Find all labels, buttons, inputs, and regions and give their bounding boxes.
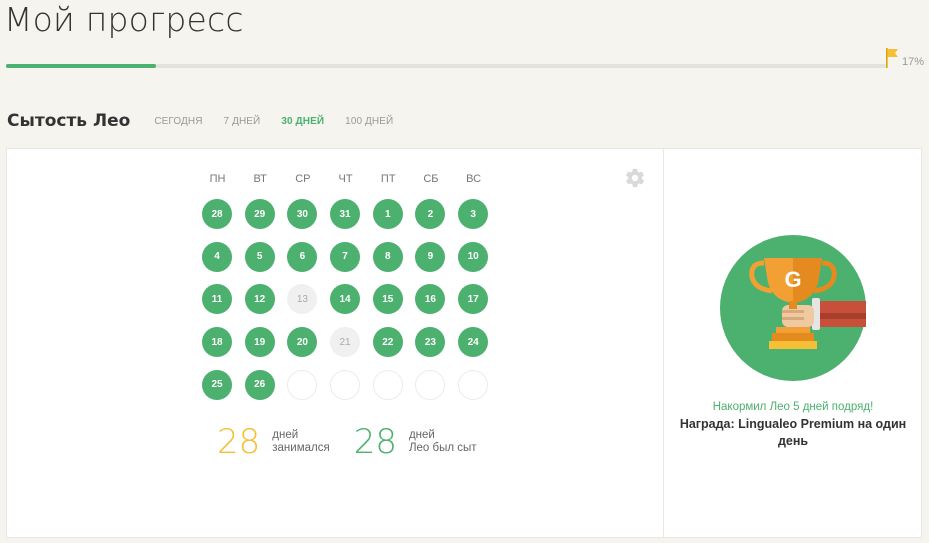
- progress-percent: 17%: [902, 56, 925, 68]
- calendar-day[interactable]: 24: [458, 327, 489, 358]
- stat-label-line: занимался: [272, 442, 330, 454]
- stat-label-line: дней: [408, 429, 435, 441]
- progress-fill: [6, 64, 156, 68]
- days-fed-label: дней Лео был сыт: [409, 429, 477, 455]
- flag-icon: [886, 48, 898, 68]
- trophy-letter: G: [784, 267, 801, 292]
- calendar-day[interactable]: [287, 369, 318, 400]
- tab-7-days[interactable]: 7 ДНЕЙ: [224, 116, 261, 127]
- stat-days-studied: 28 дней занимался: [217, 425, 330, 459]
- calendar-day[interactable]: 25: [202, 369, 232, 400]
- calendar-day[interactable]: 30: [287, 199, 318, 229]
- calendar-day[interactable]: 4: [202, 241, 232, 272]
- stats-row: 28 дней занимался 28 дней Лео был сыт: [217, 425, 501, 459]
- calendar-day[interactable]: 31: [330, 199, 361, 229]
- reward-streak-text: Накормил Лео 5 дней подряд!: [712, 401, 874, 413]
- calendar-day[interactable]: [372, 369, 403, 400]
- stat-days-fed: 28 дней Лео был сыт: [354, 425, 477, 459]
- days-studied-count: 28: [217, 422, 261, 462]
- calendar-day[interactable]: 15: [372, 284, 403, 315]
- days-studied-label: дней занимался: [272, 429, 329, 455]
- calendar-day[interactable]: [458, 369, 489, 400]
- calendar-day[interactable]: 22: [372, 327, 403, 358]
- calendar-day[interactable]: 28: [202, 199, 232, 229]
- progress-panel: ПН ВТ СР ЧТ ПТ СБ ВС 28 29 30 31 1 2 3 4 5 6 7 8 9 10…: [6, 148, 922, 538]
- weekday-label: ЧТ: [338, 173, 353, 185]
- tab-100-days[interactable]: 100 ДНЕЙ: [345, 116, 393, 127]
- weekday-label: ВТ: [253, 173, 267, 185]
- calendar-day[interactable]: 5: [244, 241, 275, 272]
- calendar-day[interactable]: 8: [372, 241, 403, 272]
- tab-30-days[interactable]: 30 ДНЕЙ: [281, 116, 324, 127]
- calendar-day[interactable]: 9: [415, 241, 446, 272]
- calendar-day[interactable]: 11: [202, 284, 232, 315]
- weekday-label: ВС: [466, 173, 482, 185]
- weekday-label: СБ: [423, 173, 439, 185]
- calendar-day[interactable]: 7: [330, 241, 361, 272]
- calendar-day[interactable]: 23: [415, 327, 446, 358]
- stat-label-line: дней: [272, 429, 299, 441]
- calendar-day[interactable]: 20: [287, 327, 318, 358]
- calendar-day[interactable]: [330, 369, 361, 400]
- calendar-day[interactable]: 3: [458, 199, 489, 229]
- reward-prize-text: Награда: Lingualeo Premium на один день: [679, 417, 907, 448]
- calendar-day[interactable]: 6: [287, 241, 318, 272]
- weekday-label: СР: [295, 173, 311, 185]
- section-title: Сытость Лео: [7, 111, 131, 131]
- calendar-day[interactable]: 1: [372, 199, 403, 229]
- calendar-day[interactable]: 17: [458, 284, 489, 315]
- tab-today[interactable]: СЕГОДНЯ: [154, 116, 202, 127]
- trophy-icon: G: [720, 235, 866, 381]
- gear-icon[interactable]: [624, 167, 646, 189]
- calendar-day[interactable]: 12: [244, 284, 275, 315]
- section-header: Сытость Лео СЕГОДНЯ 7 ДНЕЙ 30 ДНЕЙ 100 Д…: [7, 109, 414, 133]
- overall-progress-bar: [6, 64, 886, 68]
- stat-label-line: Лео был сыт: [408, 442, 477, 454]
- weekday-header: ПН ВТ СР ЧТ ПТ СБ ВС: [202, 173, 489, 185]
- days-fed-count: 28: [353, 422, 397, 462]
- calendar-grid: 28 29 30 31 1 2 3 4 5 6 7 8 9 10 11 12 13 14 15 16 17 18 19 20 2…: [202, 199, 489, 400]
- calendar-day[interactable]: 13: [287, 284, 318, 315]
- calendar-day[interactable]: 29: [244, 199, 275, 229]
- calendar-day[interactable]: [415, 369, 446, 400]
- calendar-day[interactable]: 16: [415, 284, 446, 315]
- calendar-day[interactable]: 26: [244, 369, 275, 400]
- panel-divider: [663, 149, 664, 537]
- calendar-day[interactable]: 2: [415, 199, 446, 229]
- calendar-day[interactable]: 10: [458, 241, 489, 272]
- calendar-day[interactable]: 14: [330, 284, 361, 315]
- calendar-day[interactable]: 21: [330, 327, 361, 358]
- page-title: Мой прогресс: [4, 0, 244, 39]
- calendar-day[interactable]: 19: [244, 327, 275, 358]
- weekday-label: ПН: [209, 173, 226, 185]
- weekday-label: ПТ: [380, 173, 396, 185]
- calendar-day[interactable]: 18: [202, 327, 232, 358]
